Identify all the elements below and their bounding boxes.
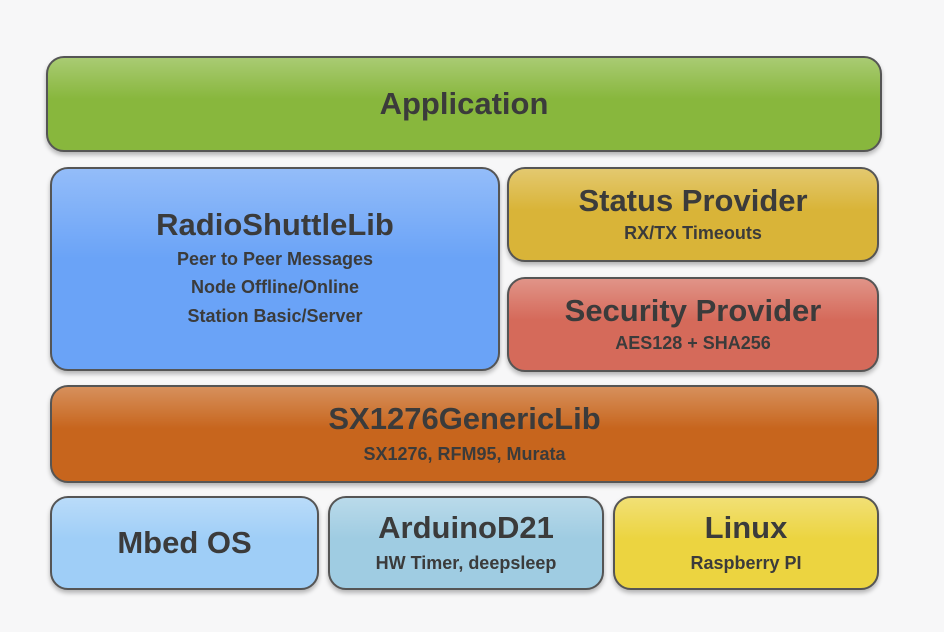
radioshuttlelib-feature-peer: Peer to Peer Messages xyxy=(176,248,374,269)
status-provider-title: Status Provider xyxy=(578,182,808,218)
linux-block: Linux Raspberry PI xyxy=(613,496,879,590)
radioshuttlelib-feature-station: Station Basic/Server xyxy=(187,306,363,327)
linux-title: Linux xyxy=(704,510,788,546)
application-title: Application xyxy=(379,86,549,122)
sx1276genericlib-layer: SX1276GenericLib SX1276, RFM95, Murata xyxy=(50,385,879,483)
radioshuttlelib-feature-node: Node Offline/Online xyxy=(190,277,359,298)
application-layer: Application xyxy=(46,56,882,152)
status-provider-subtitle: RX/TX Timeouts xyxy=(624,223,762,244)
sx1276genericlib-subtitle: SX1276, RFM95, Murata xyxy=(363,443,566,464)
status-provider-block: Status Provider RX/TX Timeouts xyxy=(507,167,879,262)
linux-subtitle: Raspberry PI xyxy=(690,552,802,573)
mbed-os-block: Mbed OS xyxy=(50,496,319,590)
mbed-os-title: Mbed OS xyxy=(117,525,252,561)
sx1276genericlib-title: SX1276GenericLib xyxy=(328,401,601,437)
radioshuttlelib-block: RadioShuttleLib Peer to Peer Messages No… xyxy=(50,167,500,371)
arduinod21-block: ArduinoD21 HW Timer, deepsleep xyxy=(328,496,604,590)
architecture-diagram: Application RadioShuttleLib Peer to Peer… xyxy=(0,0,944,632)
arduinod21-title: ArduinoD21 xyxy=(378,510,554,546)
security-provider-block: Security Provider AES128 + SHA256 xyxy=(507,277,879,372)
radioshuttlelib-title: RadioShuttleLib xyxy=(156,206,394,242)
security-provider-subtitle: AES128 + SHA256 xyxy=(615,333,771,354)
arduinod21-subtitle: HW Timer, deepsleep xyxy=(375,552,557,573)
security-provider-title: Security Provider xyxy=(564,292,822,328)
